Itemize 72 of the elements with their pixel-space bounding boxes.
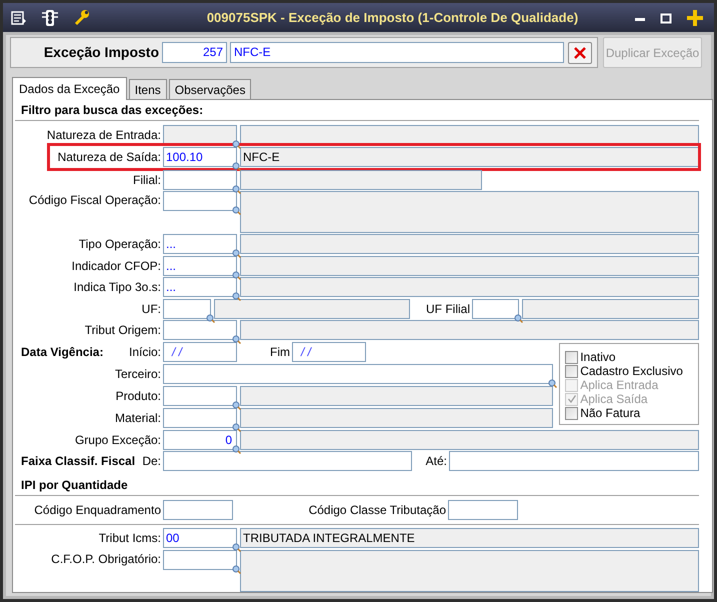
- search-icon[interactable]: [514, 314, 523, 323]
- search-icon[interactable]: [232, 292, 241, 302]
- field-label: UF Filial: [425, 300, 471, 318]
- field-label: De:: [142, 453, 162, 470]
- search-icon[interactable]: [548, 379, 558, 388]
- search-icon[interactable]: [232, 184, 241, 194]
- window-title: 009075SPK - Exceção de Imposto (1-Controle De Qualidade): [206, 8, 580, 27]
- search-icon[interactable]: [232, 270, 241, 280]
- field-label: Produto:: [114, 388, 162, 406]
- field-label: Terceiro:: [114, 366, 162, 384]
- input-field[interactable]: [449, 451, 699, 472]
- description-field: TRIBUTADA INTEGRALMENTE: [240, 528, 699, 548]
- tab[interactable]: Observações: [168, 79, 252, 99]
- search-icon[interactable]: [232, 249, 241, 258]
- field-label: Material:: [114, 410, 162, 428]
- field-label: UF:: [140, 300, 162, 318]
- field-label: Filial:: [132, 172, 162, 189]
- code-field[interactable]: 257: [162, 42, 227, 63]
- field-label: Indica Tipo 3o.s:: [72, 279, 162, 296]
- section-title: Data Vigência:: [20, 344, 104, 362]
- search-icon[interactable]: [232, 162, 241, 172]
- section-title: Filtro para busca das exceções:: [20, 103, 204, 117]
- field-label: Tribut Origem:: [84, 322, 162, 340]
- date-field[interactable]: / /: [292, 342, 366, 362]
- field-label: Grupo Exceção:: [74, 432, 162, 449]
- description-field: NFC-E: [240, 147, 699, 168]
- field-label: Fim: [269, 344, 291, 362]
- tab[interactable]: Itens: [128, 79, 167, 99]
- date-field[interactable]: / /: [163, 342, 237, 362]
- check-icon: [566, 394, 577, 404]
- maximize-icon[interactable]: [660, 12, 672, 24]
- search-icon[interactable]: [232, 543, 241, 552]
- search-icon[interactable]: [232, 444, 241, 454]
- field-label: Tribut Icms:: [98, 530, 162, 548]
- checkbox-label: Não Fatura: [580, 406, 640, 422]
- search-icon[interactable]: [232, 564, 241, 574]
- field-label: Natureza de Entrada:: [46, 126, 162, 144]
- field-label: Tipo Operação:: [78, 236, 162, 254]
- field-label: Código Enquadramento: [33, 502, 162, 519]
- field-label: Natureza de Saída:: [56, 149, 162, 166]
- traffic-light-icon[interactable]: [41, 8, 59, 26]
- checkbox[interactable]: [565, 364, 578, 378]
- search-icon[interactable]: [232, 401, 241, 410]
- checkbox[interactable]: [565, 350, 578, 364]
- search-icon[interactable]: [232, 206, 241, 216]
- plus-icon[interactable]: [686, 8, 704, 26]
- field-label: Início:: [128, 344, 162, 362]
- checkbox-label: Cadastro Exclusivo: [580, 363, 683, 380]
- search-icon[interactable]: [232, 335, 241, 344]
- field-label: Indicador CFOP:: [70, 258, 162, 275]
- clear-button[interactable]: [568, 42, 592, 64]
- field-label: Código Fiscal Operação:: [28, 192, 162, 210]
- checkbox-label: Inativo: [580, 349, 616, 366]
- description-field[interactable]: NFC-E: [230, 42, 564, 63]
- input-field[interactable]: [163, 451, 412, 472]
- search-icon[interactable]: [206, 314, 215, 323]
- wrench-icon[interactable]: [73, 9, 90, 26]
- search-icon[interactable]: [232, 423, 241, 432]
- field-label: Código Classe Tributação: [308, 502, 447, 519]
- header-label: Exceção Imposto: [42, 43, 160, 62]
- checkbox-label: Aplica Saída: [580, 392, 648, 408]
- tab[interactable]: Dados da Exceção: [12, 77, 127, 100]
- input-field[interactable]: [163, 500, 233, 520]
- checkbox[interactable]: [565, 406, 578, 420]
- section-title: Faixa Classif. Fiscal: [20, 453, 136, 470]
- field-label: Até:: [424, 453, 448, 470]
- close-icon: [573, 46, 587, 60]
- section-title: IPI por Quantidade: [20, 478, 129, 492]
- input-field[interactable]: [448, 500, 518, 520]
- checkbox-label: Aplica Entrada: [580, 377, 658, 394]
- list-icon[interactable]: [11, 10, 27, 26]
- field-label: C.F.O.P. Obrigatório:: [50, 550, 162, 568]
